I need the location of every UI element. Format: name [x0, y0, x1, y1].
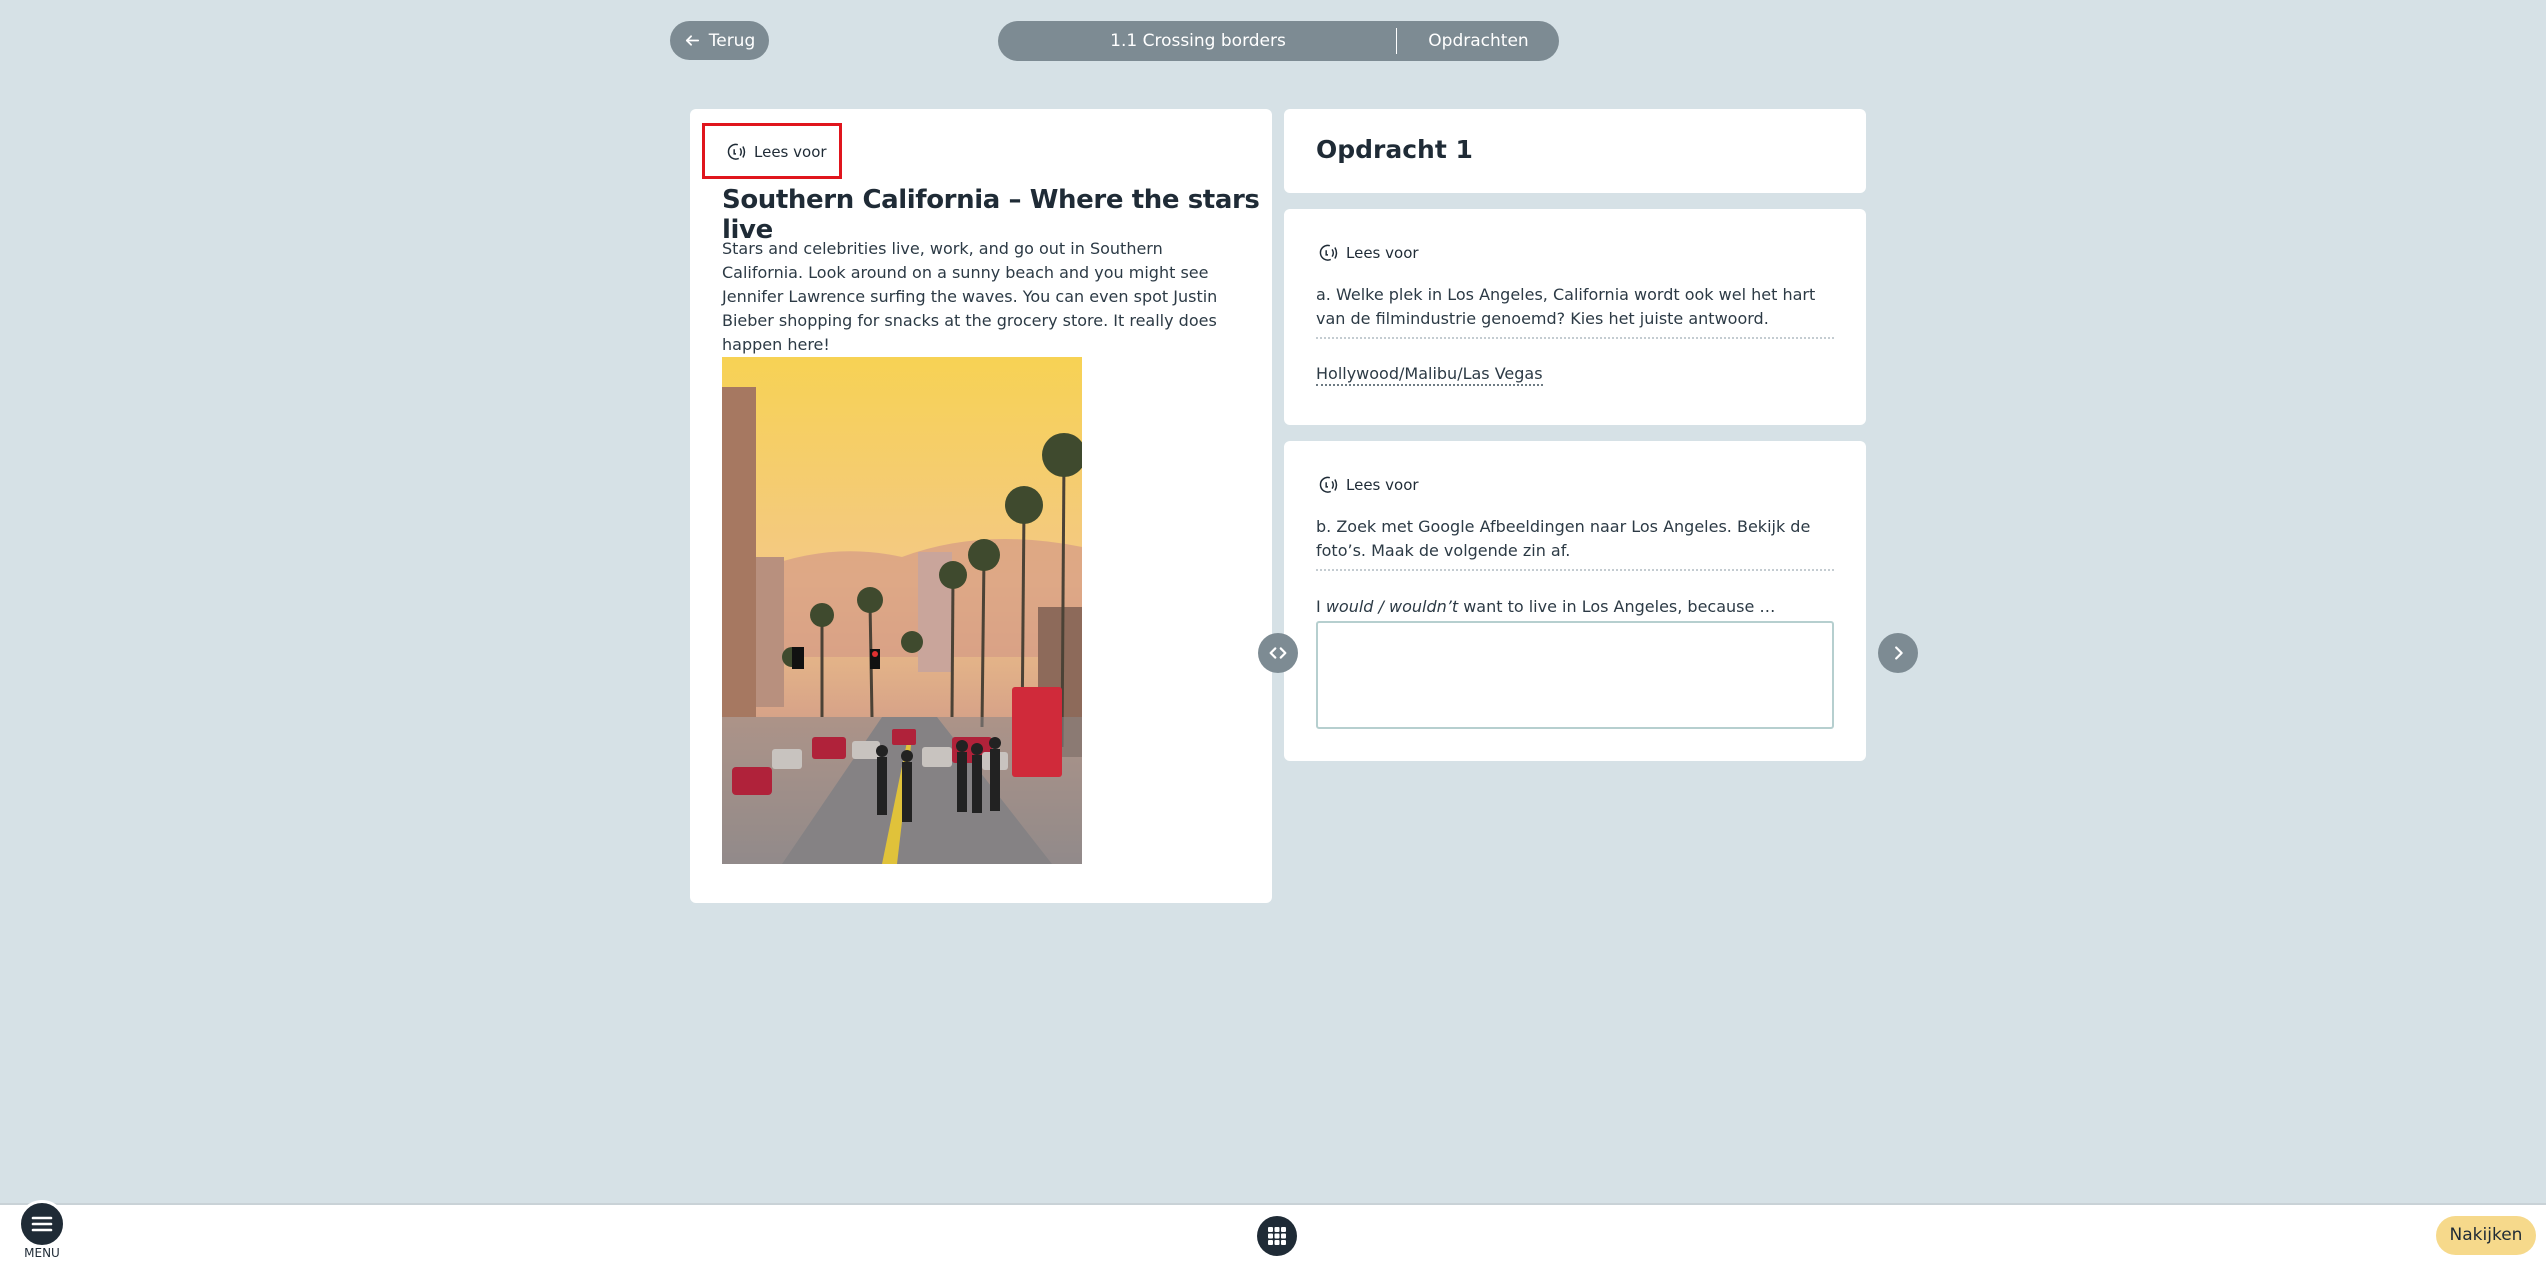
- next-button[interactable]: [1878, 633, 1918, 673]
- question-a-card: Lees voor a. Welke plek in Los Angeles, …: [1284, 209, 1866, 425]
- back-button-label: Terug: [708, 30, 756, 51]
- exercise-title: Opdracht 1: [1316, 135, 1473, 164]
- check-answers-button[interactable]: Nakijken: [2436, 1216, 2536, 1255]
- article-title: Southern California – Where the stars li…: [722, 185, 1260, 245]
- read-aloud-button[interactable]: Lees voor: [1316, 242, 1419, 264]
- article-card: Lees voor Southern California – Where th…: [690, 109, 1272, 903]
- menu-label: MENU: [24, 1246, 60, 1260]
- read-aloud-label: Lees voor: [754, 143, 827, 161]
- sentence-prompt-options: would / wouldn’t: [1325, 597, 1459, 616]
- chevrons-left-right-icon: [1269, 647, 1287, 659]
- answer-textarea[interactable]: [1316, 621, 1834, 729]
- article-photo: [722, 357, 1082, 864]
- question-b-text: b. Zoek met Google Afbeeldingen naar Los…: [1316, 517, 1811, 560]
- article-body: Stars and celebrities live, work, and go…: [722, 239, 1218, 354]
- divider: [1316, 569, 1834, 571]
- section-title[interactable]: 1.1 Crossing borders: [998, 21, 1398, 61]
- exercise-header-card: Opdracht 1: [1284, 109, 1866, 193]
- read-aloud-button[interactable]: Lees voor: [1316, 474, 1419, 496]
- sentence-prompt-start: I: [1316, 597, 1326, 616]
- question-a-text: a. Welke plek in Los Angeles, California…: [1316, 285, 1816, 328]
- chevron-right-icon: [1895, 646, 1903, 660]
- section-navigation: 1.1 Crossing borders Opdrachten: [998, 21, 1559, 61]
- divider: [1396, 28, 1397, 54]
- speaker-icon: [727, 143, 746, 160]
- speaker-icon: [1319, 244, 1338, 261]
- back-button[interactable]: Terug: [670, 21, 769, 60]
- read-aloud-button[interactable]: Lees voor: [724, 141, 827, 163]
- tab-opdrachten[interactable]: Opdrachten: [1398, 21, 1559, 61]
- sentence-prompt: I would / wouldn’t want to live in Los A…: [1316, 597, 1775, 616]
- sentence-prompt-end: want to live in Los Angeles, because …: [1458, 597, 1776, 616]
- overview-grid-button[interactable]: [1257, 1216, 1297, 1256]
- question-b-card: Lees voor b. Zoek met Google Afbeeldinge…: [1284, 441, 1866, 761]
- speaker-icon: [1319, 476, 1338, 493]
- read-aloud-label: Lees voor: [1346, 244, 1419, 262]
- divider: [1316, 337, 1834, 339]
- hamburger-icon: [31, 1216, 53, 1232]
- grid-icon: [1268, 1227, 1286, 1245]
- answer-choice-dropdown[interactable]: Hollywood/Malibu/Las Vegas: [1316, 364, 1543, 386]
- resize-panels-button[interactable]: [1258, 633, 1298, 673]
- read-aloud-label: Lees voor: [1346, 476, 1419, 494]
- arrow-left-icon: [685, 35, 699, 46]
- menu-button[interactable]: [18, 1200, 66, 1248]
